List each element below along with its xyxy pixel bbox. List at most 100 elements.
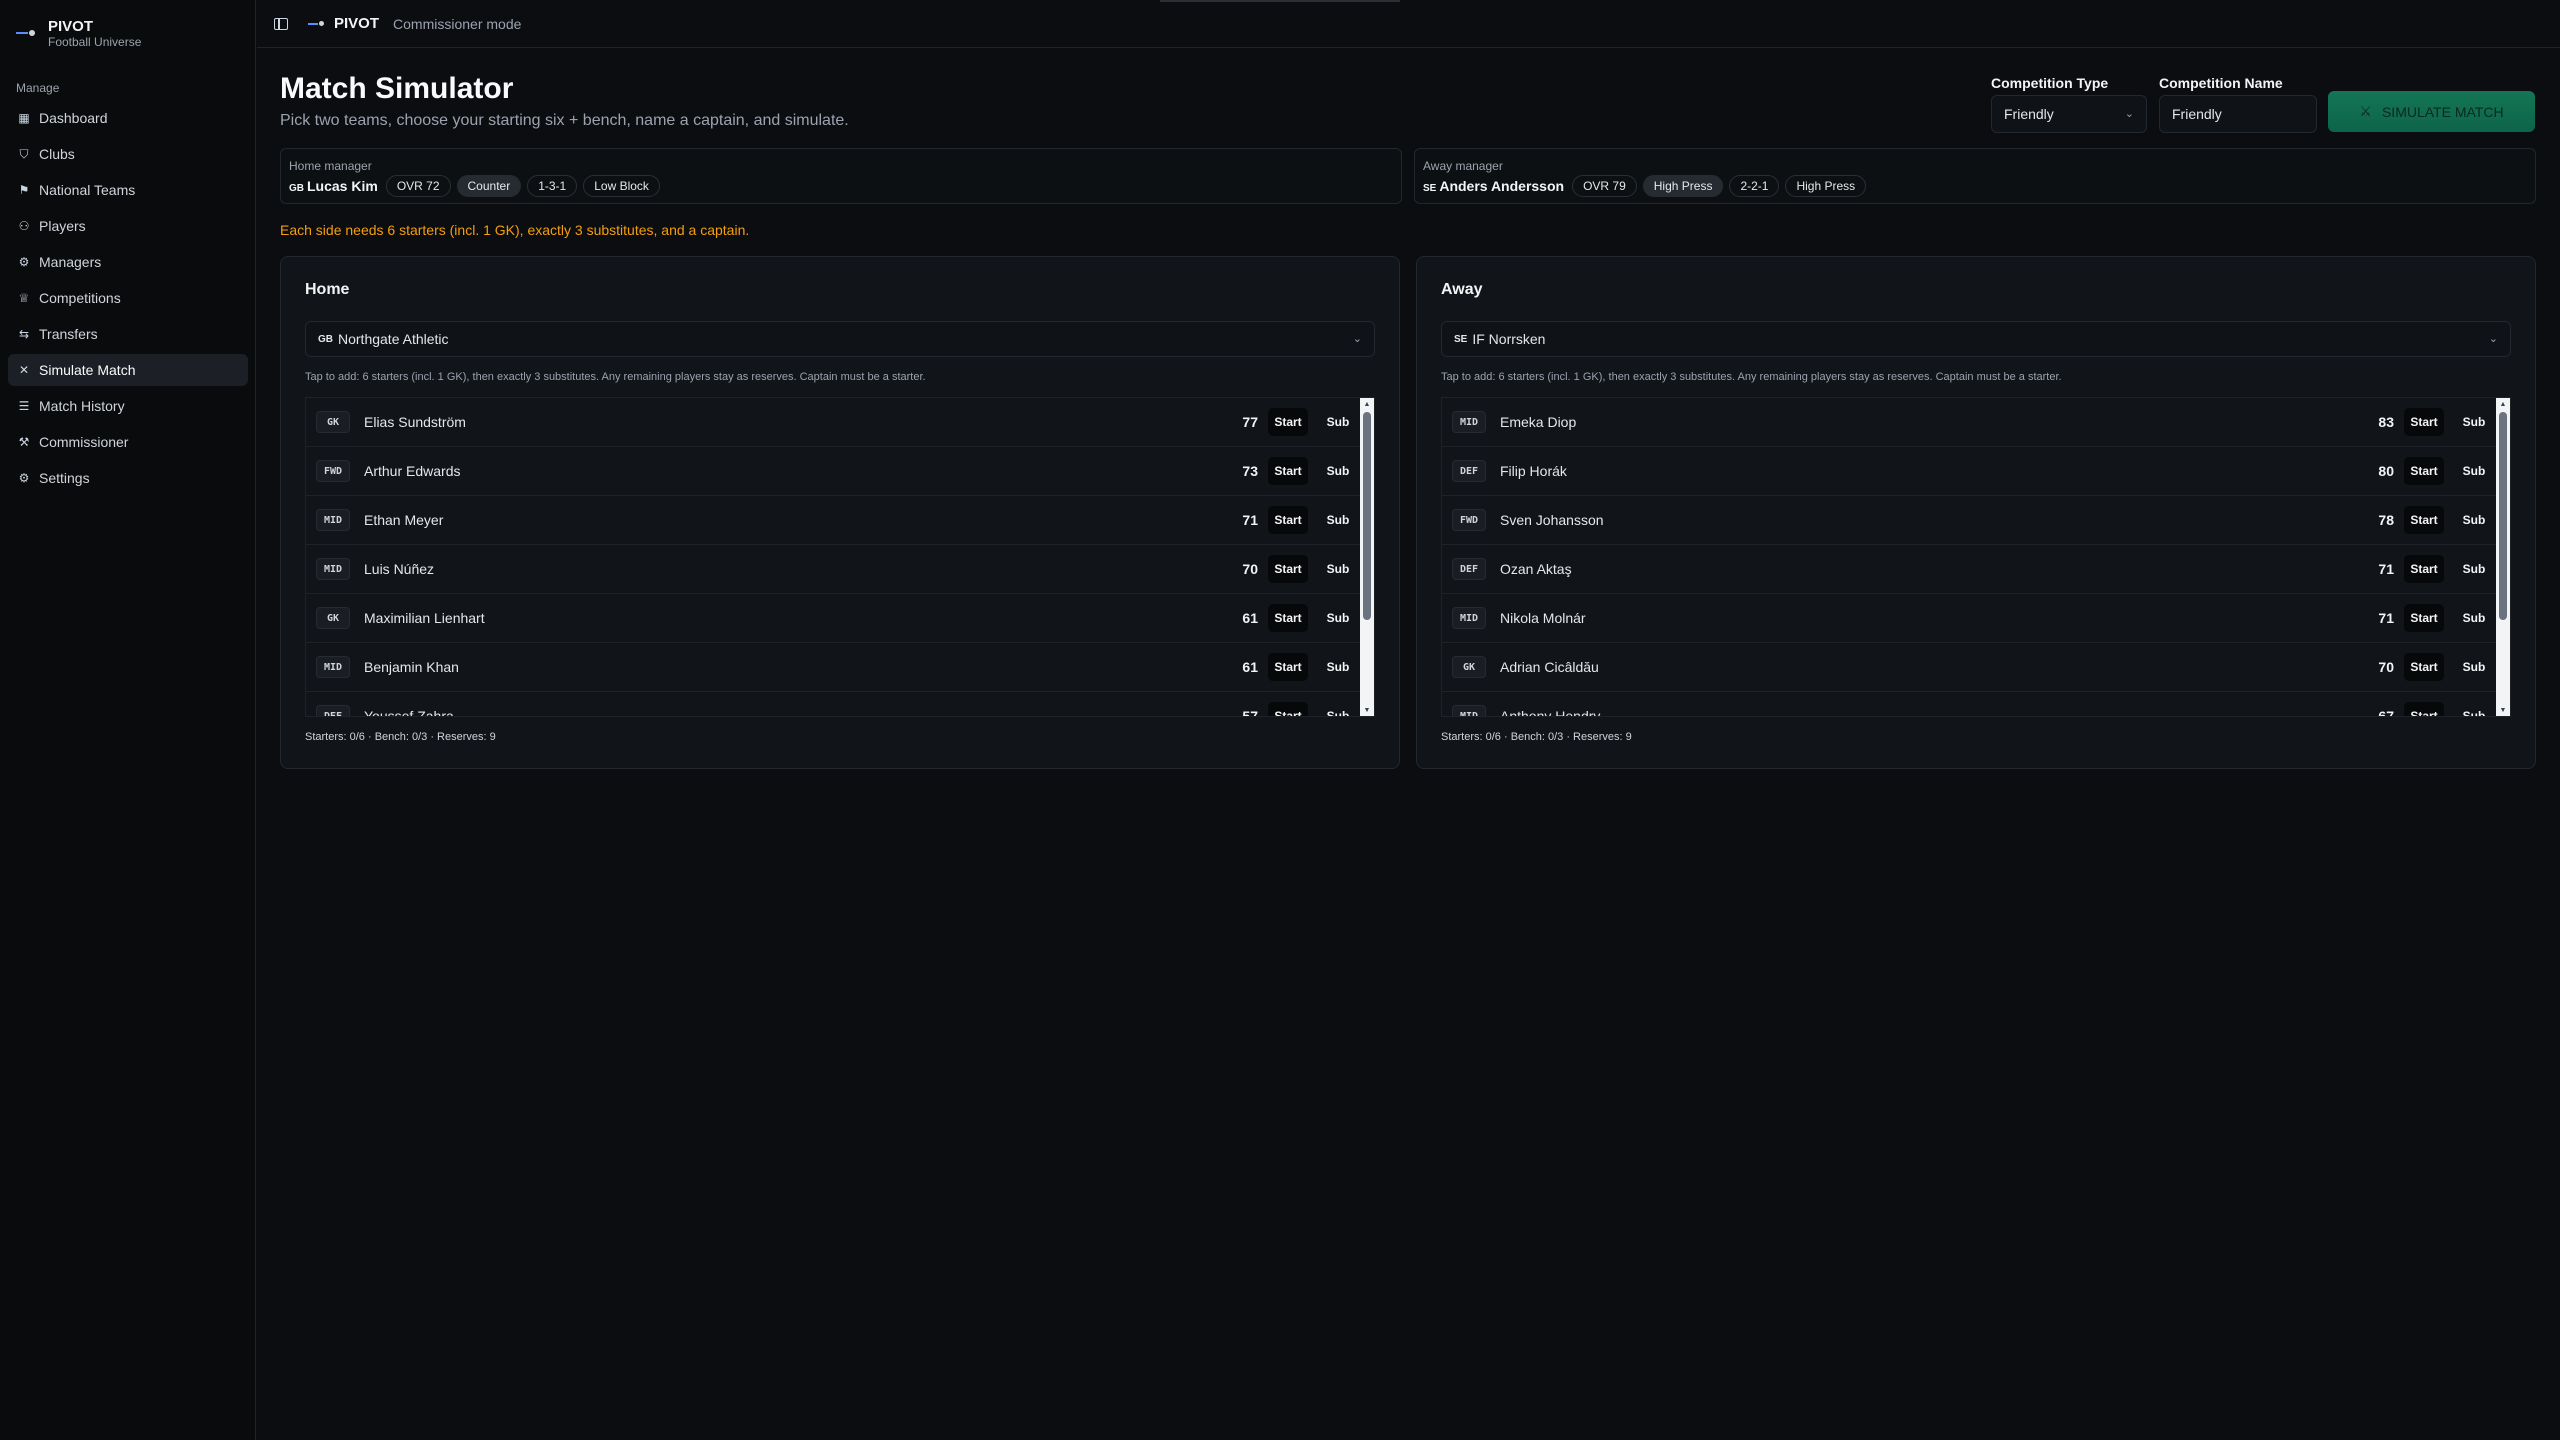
start-button[interactable]: Start [1268, 653, 1308, 681]
sidebar-item-commissioner[interactable]: ⚒ Commissioner [8, 426, 248, 458]
sidebar-toggle-icon[interactable] [274, 17, 288, 30]
start-button[interactable]: Start [1268, 702, 1308, 716]
player-ovr: 70 [2378, 659, 2394, 675]
scroll-up-icon[interactable]: ▲ [1363, 400, 1371, 408]
start-button[interactable]: Start [2404, 653, 2444, 681]
sub-button[interactable]: Sub [2454, 457, 2494, 485]
player-name: Maximilian Lienhart [364, 610, 485, 626]
swords-icon: ✕ [18, 363, 30, 377]
away-panel: Away SE IF Norrsken ⌄ Tap to add: 6 star… [1416, 256, 2536, 769]
home-manager-block: Low Block [583, 175, 660, 197]
position-badge: MID [316, 656, 350, 678]
player-name: Ozan Aktaş [1500, 561, 1572, 577]
brand[interactable]: PIVOT Football Universe [16, 16, 141, 50]
start-button[interactable]: Start [2404, 506, 2444, 534]
home-manager-style: Counter [456, 175, 522, 197]
scroll-down-icon[interactable]: ▼ [1363, 706, 1371, 714]
sidebar-item-settings[interactable]: ⚙ Settings [8, 462, 248, 494]
home-scrollbar[interactable]: ▲ ▼ [1360, 398, 1374, 716]
start-button[interactable]: Start [1268, 506, 1308, 534]
sub-button[interactable]: Sub [2454, 604, 2494, 632]
position-badge: MID [1452, 705, 1486, 716]
sidebar-item-dashboard[interactable]: ▦ Dashboard [8, 102, 248, 134]
sub-button[interactable]: Sub [1318, 604, 1358, 632]
sidebar-item-match-history[interactable]: ☰ Match History [8, 390, 248, 422]
sub-button[interactable]: Sub [2454, 653, 2494, 681]
away-manager-country: SE [1423, 183, 1437, 194]
scroll-thumb[interactable] [2499, 412, 2507, 620]
position-badge: DEF [316, 705, 350, 716]
away-manager-name-text: Anders Andersson [1439, 178, 1565, 194]
away-club-select[interactable]: SE IF Norrsken ⌄ [1441, 321, 2511, 357]
position-badge: GK [316, 411, 350, 433]
position-badge: FWD [1452, 509, 1486, 531]
start-button[interactable]: Start [1268, 555, 1308, 583]
sidebar-item-simulate-match[interactable]: ✕ Simulate Match [8, 354, 248, 386]
start-button[interactable]: Start [1268, 457, 1308, 485]
player-ovr: 80 [2378, 463, 2394, 479]
player-ovr: 70 [1242, 561, 1258, 577]
sidebar-item-competitions[interactable]: ♕ Competitions [8, 282, 248, 314]
player-name: Elias Sundström [364, 414, 466, 430]
start-button[interactable]: Start [2404, 457, 2444, 485]
player-ovr: 78 [2378, 512, 2394, 528]
sidebar-item-managers[interactable]: ⚙ Managers [8, 246, 248, 278]
away-scrollbar[interactable]: ▲ ▼ [2496, 398, 2510, 716]
sub-button[interactable]: Sub [1318, 555, 1358, 583]
position-badge: GK [316, 607, 350, 629]
sidebar-nav: ▦ Dashboard ⛉ Clubs ⚑ National Teams ⚇ Players ⚙… [8, 102, 248, 498]
position-badge: DEF [1452, 460, 1486, 482]
list-icon: ☰ [18, 399, 30, 413]
start-button[interactable]: Start [1268, 408, 1308, 436]
sub-button[interactable]: Sub [2454, 408, 2494, 436]
sidebar-item-transfers[interactable]: ⇆ Transfers [8, 318, 248, 350]
simulate-match-button[interactable]: ⚔ SIMULATE MATCH [2328, 91, 2535, 132]
scroll-thumb[interactable] [1363, 412, 1371, 620]
sidebar-item-label: Transfers [39, 326, 98, 342]
sub-button[interactable]: Sub [1318, 408, 1358, 436]
scroll-down-icon[interactable]: ▼ [2499, 706, 2507, 714]
scroll-up-icon[interactable]: ▲ [2499, 400, 2507, 408]
player-name: Sven Johansson [1500, 512, 1604, 528]
sub-button[interactable]: Sub [2454, 702, 2494, 716]
player-row: GK Adrian Cicâldău 70 Start Sub [1442, 643, 2510, 692]
competition-type-value: Friendly [2004, 106, 2054, 122]
player-row: MID Ethan Meyer 71 Start Sub [306, 496, 1374, 545]
home-manager-country: GB [289, 183, 304, 194]
start-button[interactable]: Start [2404, 555, 2444, 583]
sub-button[interactable]: Sub [2454, 506, 2494, 534]
player-ovr: 61 [1242, 610, 1258, 626]
player-row: FWD Sven Johansson 78 Start Sub [1442, 496, 2510, 545]
simulate-match-label: SIMULATE MATCH [2381, 103, 2504, 120]
competition-type-select[interactable]: Friendly ⌄ [1991, 95, 2147, 133]
start-button[interactable]: Start [2404, 604, 2444, 632]
gear-icon: ⚙ [18, 471, 30, 485]
home-club-select[interactable]: GB Northgate Athletic ⌄ [305, 321, 1375, 357]
away-hint: Tap to add: 6 starters (incl. 1 GK), the… [1441, 371, 2062, 383]
start-button[interactable]: Start [2404, 408, 2444, 436]
away-manager-ovr: OVR 79 [1572, 175, 1637, 197]
sub-button[interactable]: Sub [1318, 457, 1358, 485]
player-ovr: 71 [1242, 512, 1258, 528]
sub-button[interactable]: Sub [2454, 555, 2494, 583]
player-name: Ethan Meyer [364, 512, 444, 528]
sidebar-item-clubs[interactable]: ⛉ Clubs [8, 138, 248, 170]
page-title: Match Simulator [280, 72, 514, 105]
flag-icon: ⚑ [18, 183, 30, 197]
sub-button[interactable]: Sub [1318, 653, 1358, 681]
player-ovr: 71 [2378, 610, 2394, 626]
home-manager-name: GB Lucas Kim [289, 178, 378, 194]
start-button[interactable]: Start [1268, 604, 1308, 632]
sidebar-item-label: Competitions [39, 290, 121, 306]
home-panel-title: Home [305, 281, 350, 298]
away-player-list: MID Emeka Diop 83 Start Sub DEF Filip Horák 80 S… [1441, 397, 2511, 717]
sidebar-item-players[interactable]: ⚇ Players [8, 210, 248, 242]
player-row: MID Nikola Molnár 71 Start Sub [1442, 594, 2510, 643]
pivot-logo-icon [308, 20, 326, 28]
sidebar-item-national-teams[interactable]: ⚑ National Teams [8, 174, 248, 206]
start-button[interactable]: Start [2404, 702, 2444, 716]
sub-button[interactable]: Sub [1318, 702, 1358, 716]
sub-button[interactable]: Sub [1318, 506, 1358, 534]
away-manager-style: High Press [1642, 175, 1724, 197]
competition-name-input[interactable]: Friendly [2159, 95, 2317, 133]
